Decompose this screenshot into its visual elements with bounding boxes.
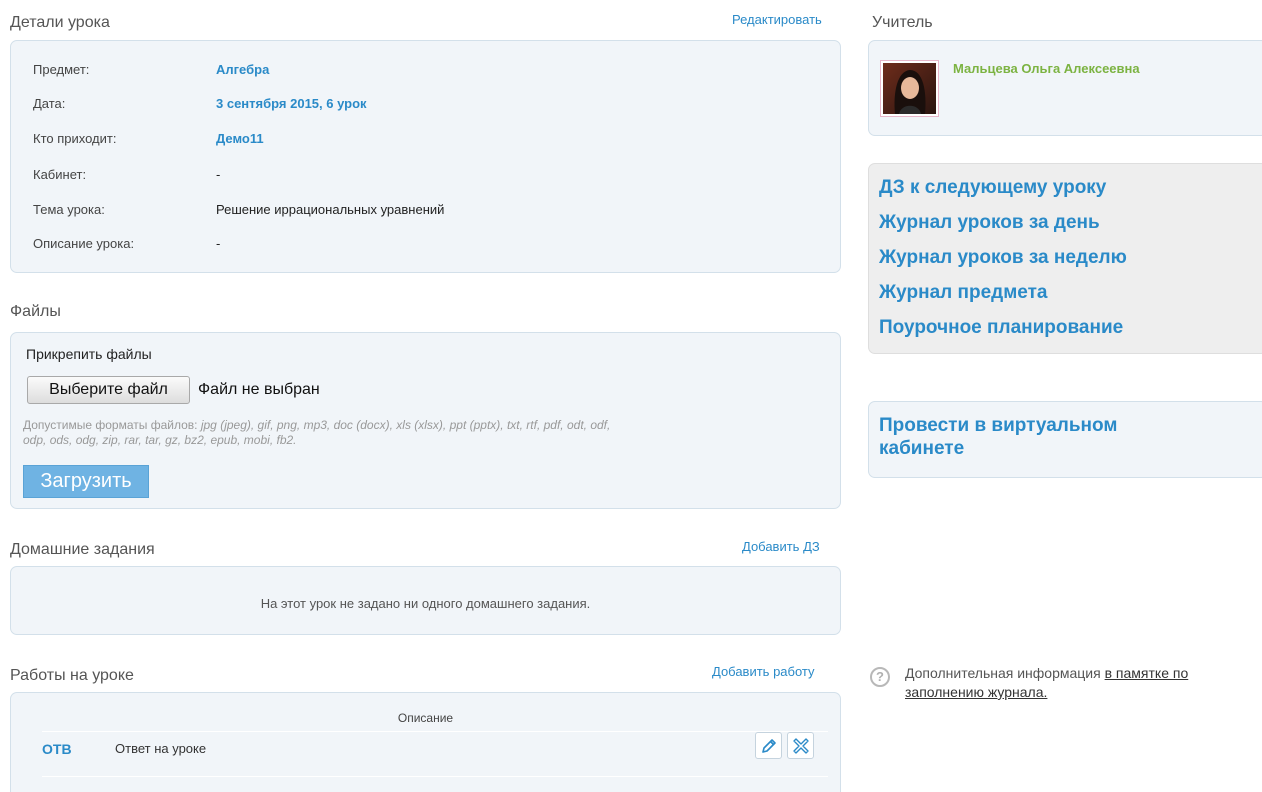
detail-value-topic: Решение иррациональных уравнений	[216, 202, 445, 217]
detail-label-date: Дата:	[33, 96, 66, 111]
avatar[interactable]	[880, 60, 939, 117]
files-title: Файлы	[10, 303, 61, 320]
pencil-icon	[761, 738, 776, 753]
formats-list-2: odp, ods, odg, zip, rar, tar, gz, bz2, e…	[23, 433, 297, 447]
choose-file-button[interactable]: Выберите файл	[27, 376, 190, 404]
virtual-class-line-2: кабинете	[879, 438, 965, 459]
homework-card: На этот урок не задано ни одного домашне…	[10, 566, 841, 635]
help-note: Дополнительная информация в памятке по з…	[905, 664, 1260, 702]
formats-list-1: jpg (jpeg), gif, png, mp3, doc (docx), x…	[200, 418, 611, 432]
work-code: ОТВ	[42, 741, 72, 757]
quick-links-card: ДЗ к следующему уроку Журнал уроков за д…	[868, 163, 1262, 354]
detail-label-subject: Предмет:	[33, 62, 90, 77]
detail-label-class: Кто приходит:	[33, 131, 117, 146]
works-table-header: Описание	[397, 711, 454, 725]
help-text: Дополнительная информация	[905, 665, 1101, 681]
delete-icon	[792, 737, 809, 754]
edit-work-button[interactable]	[755, 732, 782, 759]
detail-label-description: Описание урока:	[33, 236, 135, 251]
works-title: Работы на уроке	[10, 667, 134, 684]
attach-files-label: Прикрепить файлы	[26, 346, 152, 362]
delete-work-button[interactable]	[787, 732, 814, 759]
help-link-line-2: заполнению журнала.	[905, 684, 1048, 700]
virtual-class-link[interactable]: Провести в виртуальном кабинете	[879, 414, 1117, 460]
detail-label-topic: Тема урока:	[33, 202, 105, 217]
homework-title: Домашние задания	[10, 541, 155, 558]
works-card: Описание ОТВ Ответ на уроке	[10, 692, 841, 792]
link-lesson-planning[interactable]: Поурочное планирование	[879, 317, 1123, 339]
homework-empty-text: На этот урок не задано ни одного домашне…	[260, 596, 591, 611]
detail-value-room: -	[216, 167, 221, 182]
link-journal-day[interactable]: Журнал уроков за день	[879, 212, 1100, 234]
virtual-class-line-1: Провести в виртуальном	[879, 415, 1118, 436]
teacher-card: Мальцева Ольга Алексеевна	[868, 40, 1262, 136]
virtual-class-card: Провести в виртуальном кабинете	[868, 401, 1262, 478]
add-work-link[interactable]: Добавить работу	[712, 664, 815, 679]
detail-value-subject[interactable]: Алгебра	[216, 62, 269, 77]
add-homework-link[interactable]: Добавить ДЗ	[742, 539, 820, 554]
upload-button[interactable]: Загрузить	[23, 465, 149, 498]
formats-prefix: Допустимые форматы файлов:	[23, 418, 198, 432]
detail-value-description: -	[216, 236, 221, 251]
detail-value-class[interactable]: Демо11	[216, 131, 264, 146]
works-row-divider	[42, 776, 828, 777]
teacher-name[interactable]: Мальцева Ольга Алексеевна	[953, 61, 1140, 76]
no-file-text: Файл не выбран	[198, 381, 320, 398]
question-icon: ?	[870, 667, 890, 687]
edit-link[interactable]: Редактировать	[732, 12, 822, 27]
detail-label-room: Кабинет:	[33, 167, 87, 182]
teacher-title: Учитель	[872, 14, 933, 31]
link-subject-journal[interactable]: Журнал предмета	[879, 282, 1047, 304]
table-row: ОТВ Ответ на уроке	[42, 732, 828, 762]
files-card: Прикрепить файлы Выберите файл Файл не в…	[10, 332, 841, 509]
teacher-photo	[883, 63, 936, 114]
allowed-formats: Допустимые форматы файлов: jpg (jpeg), g…	[23, 418, 833, 448]
link-journal-week[interactable]: Журнал уроков за неделю	[879, 247, 1127, 269]
link-homework-next-lesson[interactable]: ДЗ к следующему уроку	[879, 177, 1106, 199]
help-link-line-1: в памятке по	[1104, 665, 1189, 681]
work-description: Ответ на уроке	[115, 741, 207, 756]
details-card: Предмет: Алгебра Дата: 3 сентября 2015, …	[10, 40, 841, 273]
detail-value-date[interactable]: 3 сентября 2015, 6 урок	[216, 96, 367, 111]
details-title: Детали урока	[10, 14, 110, 31]
